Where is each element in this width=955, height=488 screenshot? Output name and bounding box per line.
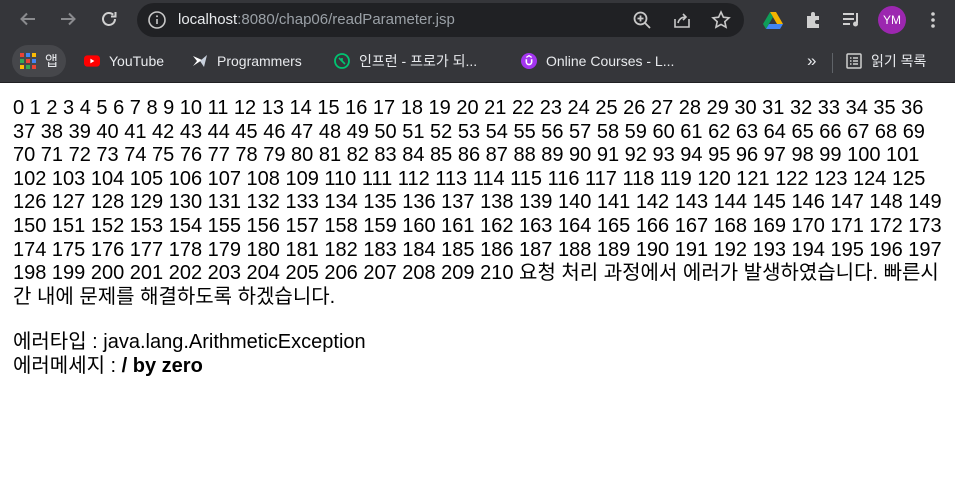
page-body: 0 1 2 3 4 5 6 7 8 9 10 11 12 13 14 15 16… xyxy=(13,97,948,379)
udemy-icon xyxy=(521,53,537,69)
reload-button[interactable] xyxy=(93,3,125,35)
error-details: 에러타입 : java.lang.ArithmeticException 에러메… xyxy=(13,331,948,378)
arrow-right-icon xyxy=(61,12,76,26)
error-type-line: 에러타입 : java.lang.ArithmeticException xyxy=(13,331,948,355)
programmers-icon xyxy=(192,53,208,69)
bookmarks-overflow-button[interactable]: » xyxy=(801,45,822,77)
youtube-icon xyxy=(84,53,100,69)
arrow-left-icon xyxy=(20,12,35,26)
chevron-double-right-icon: » xyxy=(807,51,817,70)
reading-list-button[interactable]: 읽기 목록 xyxy=(838,45,934,77)
bookmark-star-icon[interactable] xyxy=(710,9,732,31)
output-paragraph: 0 1 2 3 4 5 6 7 8 9 10 11 12 13 14 15 16… xyxy=(13,97,948,309)
error-message-line: 에러메세지 : / by zero xyxy=(13,355,948,379)
bookmark-programmers[interactable]: Programmers xyxy=(184,45,310,77)
google-drive-icon[interactable] xyxy=(760,7,786,33)
extensions-puzzle-icon[interactable] xyxy=(800,7,826,33)
forward-button[interactable] xyxy=(52,3,84,35)
url-text[interactable]: localhost:8080/chap06/readParameter.jsp xyxy=(178,11,455,28)
error-type-label: 에러타입 : xyxy=(13,331,104,354)
bookmarks-bar: 앱 YouTube Programmers 인프런 - 프로가 되... Onl… xyxy=(0,40,955,83)
share-icon[interactable] xyxy=(671,9,693,31)
back-button[interactable] xyxy=(12,3,44,35)
bookmarks-divider xyxy=(832,53,833,73)
reading-list-icon xyxy=(846,53,862,69)
bookmark-youtube[interactable]: YouTube xyxy=(76,45,172,77)
bookmark-inflearn[interactable]: 인프런 - 프로가 되... xyxy=(326,45,485,77)
inflearn-icon xyxy=(334,53,350,69)
bookmark-online-courses[interactable]: Online Courses - L... xyxy=(513,45,682,77)
browser-toolbar: localhost:8080/chap06/readParameter.jsp … xyxy=(0,0,955,40)
bookmark-label: 앱 xyxy=(45,53,58,69)
error-type-value: java.lang.ArithmeticException xyxy=(103,331,366,354)
bookmark-label: Online Courses - L... xyxy=(546,53,675,69)
profile-avatar[interactable]: YM xyxy=(878,6,906,34)
reading-list-label: 읽기 목록 xyxy=(871,53,927,69)
error-message-label: 에러메세지 : xyxy=(13,354,122,377)
zoom-icon[interactable] xyxy=(631,9,653,31)
address-bar[interactable]: localhost:8080/chap06/readParameter.jsp xyxy=(137,3,744,37)
number-sequence: 0 1 2 3 4 5 6 7 8 9 10 11 12 13 14 15 16… xyxy=(13,97,942,285)
media-playlist-icon[interactable] xyxy=(839,7,865,33)
error-message-value: / by zero xyxy=(121,354,203,377)
bookmark-apps[interactable]: 앱 xyxy=(12,45,66,77)
apps-grid-icon xyxy=(20,53,36,69)
bookmark-label: YouTube xyxy=(109,53,165,69)
site-info-icon[interactable] xyxy=(147,10,167,30)
more-menu-icon[interactable] xyxy=(920,7,946,33)
bookmark-label: Programmers xyxy=(217,53,302,69)
bookmark-label: 인프런 - 프로가 되... xyxy=(359,53,478,69)
reload-icon xyxy=(102,12,117,26)
